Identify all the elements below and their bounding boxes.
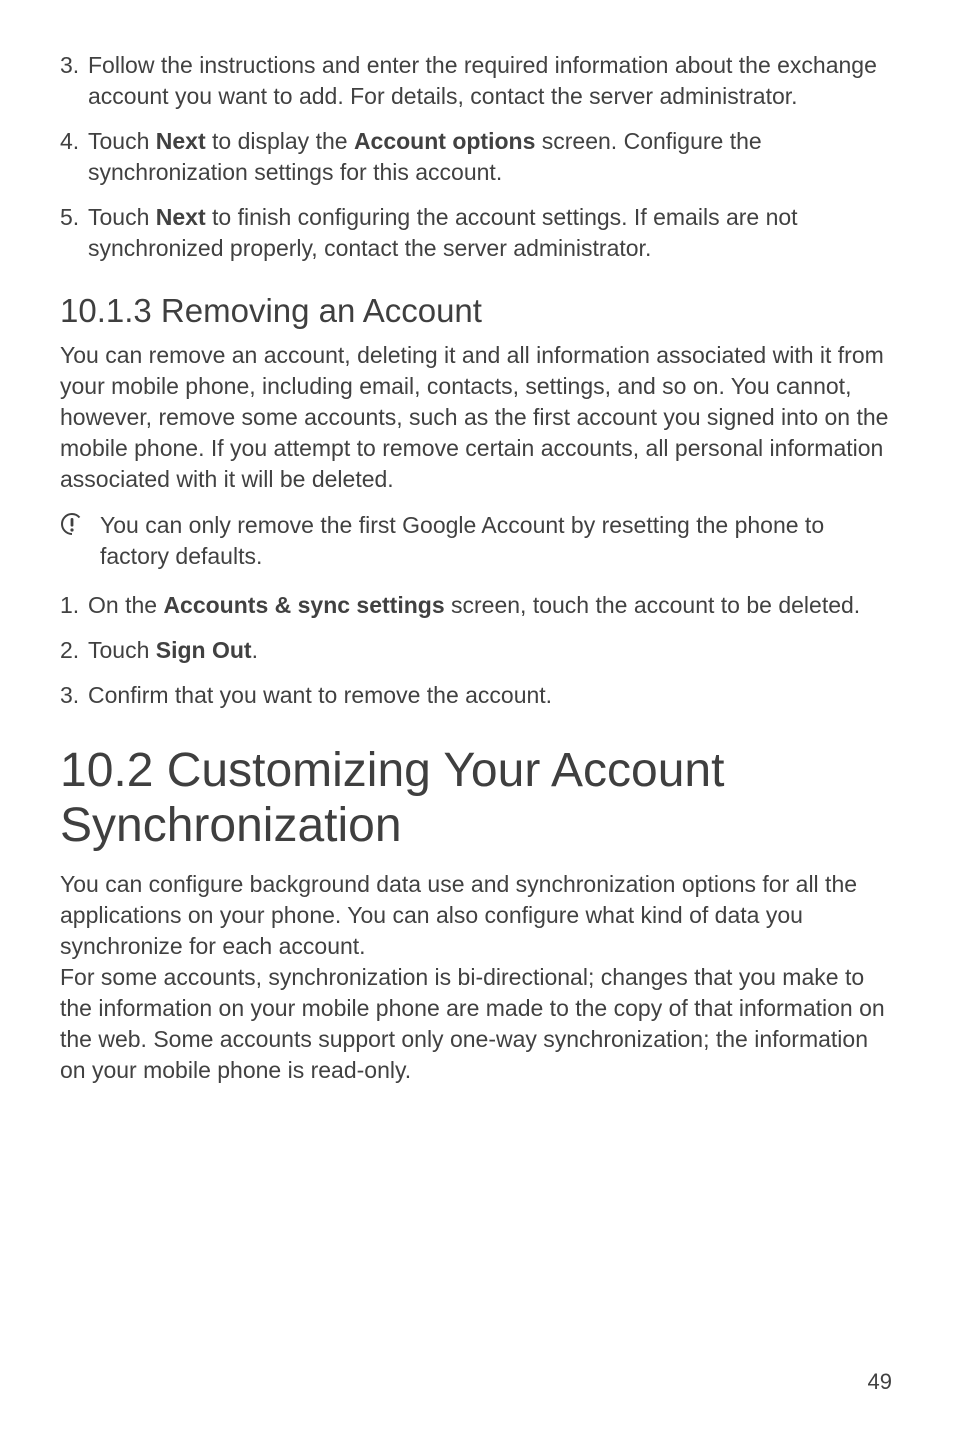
bold-term: Next xyxy=(156,204,206,230)
subheading-removing-account: 10.1.3 Removing an Account xyxy=(60,292,894,330)
list-item-text: Follow the instructions and enter the re… xyxy=(88,50,894,112)
text-run: On the xyxy=(88,592,163,618)
bold-term: Sign Out xyxy=(156,637,252,663)
paragraph-removing-account: You can remove an account, deleting it a… xyxy=(60,340,894,495)
paragraph-sync-2: For some accounts, synchronization is bi… xyxy=(60,962,894,1086)
list-item: 4.Touch Next to display the Account opti… xyxy=(60,126,894,188)
list-item-number: 4. xyxy=(60,126,88,188)
list-item-number: 5. xyxy=(60,202,88,264)
text-run: Confirm that you want to remove the acco… xyxy=(88,682,552,708)
bold-term: Accounts & sync settings xyxy=(163,592,444,618)
list-item-number: 3. xyxy=(60,680,88,711)
caution-note: You can only remove the first Google Acc… xyxy=(60,510,894,572)
list-item: 3.Follow the instructions and enter the … xyxy=(60,50,894,112)
bold-term: Account options xyxy=(354,128,535,154)
section-heading-sync: 10.2 Customizing Your Account Synchroniz… xyxy=(60,743,894,853)
list-item-text: Touch Sign Out. xyxy=(88,635,894,666)
list-item: 3.Confirm that you want to remove the ac… xyxy=(60,680,894,711)
instruction-list-a: 3.Follow the instructions and enter the … xyxy=(60,50,894,264)
list-item: 2.Touch Sign Out. xyxy=(60,635,894,666)
list-item-number: 2. xyxy=(60,635,88,666)
text-run: Touch xyxy=(88,637,156,663)
text-run: to display the xyxy=(206,128,354,154)
text-run: . xyxy=(252,637,258,663)
list-item-text: Touch Next to display the Account option… xyxy=(88,126,894,188)
list-item-number: 1. xyxy=(60,590,88,621)
list-item: 1.On the Accounts & sync settings screen… xyxy=(60,590,894,621)
list-item-text: On the Accounts & sync settings screen, … xyxy=(88,590,894,621)
text-run: Touch xyxy=(88,204,156,230)
list-item-text: Confirm that you want to remove the acco… xyxy=(88,680,894,711)
paragraph-sync-1: You can configure background data use an… xyxy=(60,869,894,962)
caution-note-text: You can only remove the first Google Acc… xyxy=(100,510,894,572)
list-item: 5.Touch Next to finish configuring the a… xyxy=(60,202,894,264)
text-run: Touch xyxy=(88,128,156,154)
instruction-list-b: 1.On the Accounts & sync settings screen… xyxy=(60,590,894,711)
list-item-number: 3. xyxy=(60,50,88,112)
bold-term: Next xyxy=(156,128,206,154)
text-run: screen, touch the account to be deleted. xyxy=(445,592,861,618)
list-item-text: Touch Next to finish configuring the acc… xyxy=(88,202,894,264)
page-number: 49 xyxy=(868,1369,892,1395)
text-run: Follow the instructions and enter the re… xyxy=(88,52,877,109)
caution-icon xyxy=(60,510,100,536)
